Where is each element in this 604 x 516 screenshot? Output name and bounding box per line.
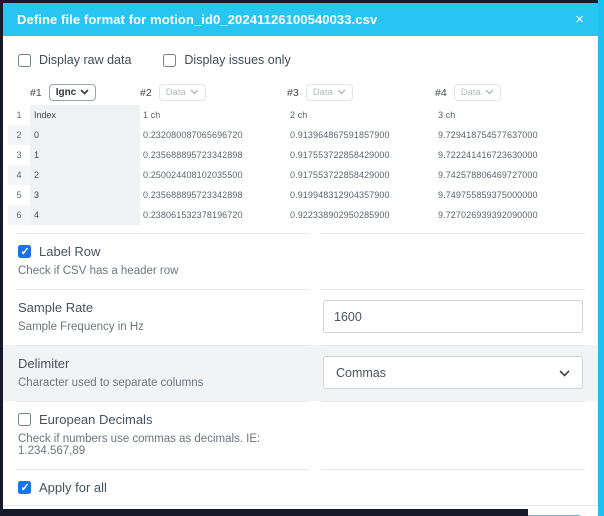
row-number: 2 bbox=[8, 125, 30, 145]
display-raw-data-checkbox[interactable] bbox=[18, 54, 31, 67]
table-cell: 9.742578806469727000 bbox=[435, 170, 583, 180]
column-1-id: #1 bbox=[30, 87, 42, 99]
table-row: 3 1 0.235688895723342898 0.9175537228584… bbox=[8, 145, 583, 165]
format-settings-form: Label Row Check if CSV has a header row … bbox=[3, 233, 598, 505]
delimiter-description: Character used to separate columns bbox=[18, 377, 308, 389]
backdrop-left-edge bbox=[0, 0, 3, 516]
display-toggles: Display raw data Display issues only bbox=[3, 36, 598, 77]
row-number: 4 bbox=[8, 165, 30, 185]
delimiter-label: Delimiter bbox=[18, 356, 69, 371]
table-cell: 3 bbox=[30, 185, 140, 205]
label-row-checkbox[interactable] bbox=[18, 245, 31, 258]
table-cell: 0.232080087065696720 bbox=[140, 130, 287, 140]
apply-for-all-label: Apply for all bbox=[39, 480, 107, 495]
chevron-down-icon bbox=[485, 87, 494, 98]
right-edge-accent-bar bbox=[598, 0, 604, 516]
label-row-setting: Label Row Check if CSV has a header row bbox=[3, 233, 598, 289]
row-number: 6 bbox=[8, 205, 30, 225]
column-2-id: #2 bbox=[140, 87, 152, 99]
table-row: 4 2 0.250024408102035500 0.9175537228584… bbox=[8, 165, 583, 185]
table-cell: 0.917553722858429000 bbox=[287, 170, 435, 180]
column-1-type-value: Ignc bbox=[56, 87, 77, 98]
apply-for-all-setting: Apply for all bbox=[3, 469, 598, 505]
label-row-description: Check if CSV has a header row bbox=[18, 265, 308, 277]
display-issues-only-label: Display issues only bbox=[184, 53, 290, 67]
screen: Define file format for motion_id0_202411… bbox=[0, 0, 604, 516]
table-cell: 0 bbox=[30, 125, 140, 145]
table-cell: 0.250024408102035500 bbox=[140, 170, 287, 180]
column-3-type-select[interactable]: Data bbox=[306, 84, 353, 101]
column-2-type-select[interactable]: Data bbox=[159, 84, 206, 101]
table-cell: 4 bbox=[30, 205, 140, 225]
table-cell: 1 bbox=[30, 145, 140, 165]
table-cell: 9.729418754577637000 bbox=[435, 130, 583, 140]
column-type-header-row: #1 Ignc #2 Data #3 Data bbox=[8, 80, 583, 105]
chevron-down-icon bbox=[559, 366, 570, 380]
modal-title: Define file format for motion_id0_202411… bbox=[17, 12, 377, 27]
sample-rate-input[interactable] bbox=[323, 300, 583, 333]
column-2-type-value: Data bbox=[166, 87, 186, 98]
column-4-type-select[interactable]: Data bbox=[454, 84, 501, 101]
table-row: 5 3 0.235688895723342898 0.9199483129043… bbox=[8, 185, 583, 205]
table-cell: 3 ch bbox=[435, 110, 583, 120]
csv-preview-table: #1 Ignc #2 Data #3 Data bbox=[8, 80, 583, 225]
column-4-type-value: Data bbox=[461, 87, 481, 98]
table-cell: 9.727026939392090000 bbox=[435, 210, 583, 220]
table-cell: 0.235688895723342898 bbox=[140, 150, 287, 160]
close-icon[interactable]: × bbox=[575, 12, 584, 27]
european-decimals-setting: European Decimals Check if numbers use c… bbox=[3, 401, 598, 469]
row-number: 3 bbox=[8, 145, 30, 165]
modal-header: Define file format for motion_id0_202411… bbox=[3, 3, 598, 36]
european-decimals-label: European Decimals bbox=[39, 412, 152, 427]
column-3-id: #3 bbox=[287, 87, 299, 99]
row-number: 1 bbox=[8, 105, 30, 125]
sample-rate-description: Sample Frequency in Hz bbox=[18, 321, 308, 333]
table-cell: 0.238061532378196720 bbox=[140, 210, 287, 220]
chevron-down-icon bbox=[337, 87, 346, 98]
table-cell: 2 ch bbox=[287, 110, 435, 120]
sample-rate-setting: Sample Rate Sample Frequency in Hz bbox=[3, 289, 598, 345]
backdrop-top-edge bbox=[0, 0, 598, 3]
define-file-format-modal: Define file format for motion_id0_202411… bbox=[3, 3, 598, 509]
table-cell: Index bbox=[30, 105, 140, 125]
display-raw-data-checkbox-group[interactable]: Display raw data bbox=[18, 53, 131, 67]
chevron-down-icon bbox=[190, 87, 199, 98]
table-row: 1 Index 1 ch 2 ch 3 ch bbox=[8, 105, 583, 125]
table-cell: 9.722241416723630000 bbox=[435, 150, 583, 160]
european-decimals-description: Check if numbers use commas as decimals.… bbox=[18, 433, 308, 457]
table-cell: 9.749755859375000000 bbox=[435, 190, 583, 200]
row-number: 5 bbox=[8, 185, 30, 205]
column-4-id: #4 bbox=[435, 87, 447, 99]
display-issues-only-checkbox[interactable] bbox=[163, 54, 176, 67]
table-cell: 2 bbox=[30, 165, 140, 185]
sample-rate-label: Sample Rate bbox=[18, 300, 93, 315]
table-cell: 0.235688895723342898 bbox=[140, 190, 287, 200]
apply-for-all-checkbox[interactable] bbox=[18, 481, 31, 494]
table-cell: 0.919948312904357900 bbox=[287, 190, 435, 200]
delimiter-select[interactable]: Commas bbox=[323, 356, 583, 389]
delimiter-selected-value: Commas bbox=[336, 366, 386, 380]
delimiter-setting-band: Delimiter Character used to separate col… bbox=[3, 345, 598, 401]
table-row: 6 4 0.238061532378196720 0.9223389029502… bbox=[8, 205, 583, 225]
european-decimals-checkbox[interactable] bbox=[18, 413, 31, 426]
display-raw-data-label: Display raw data bbox=[39, 53, 131, 67]
label-row-label: Label Row bbox=[39, 244, 100, 259]
backdrop-bottom-edge bbox=[0, 509, 528, 516]
chevron-down-icon bbox=[80, 87, 89, 98]
column-3-type-value: Data bbox=[313, 87, 333, 98]
table-cell: 0.913964867591857900 bbox=[287, 130, 435, 140]
column-1-type-select[interactable]: Ignc bbox=[49, 84, 97, 101]
delimiter-setting: Delimiter Character used to separate col… bbox=[3, 345, 598, 401]
table-row: 2 0 0.232080087065696720 0.9139648675918… bbox=[8, 125, 583, 145]
display-issues-only-checkbox-group[interactable]: Display issues only bbox=[163, 53, 290, 67]
table-cell: 0.917553722858429000 bbox=[287, 150, 435, 160]
table-cell: 0.922338902950285900 bbox=[287, 210, 435, 220]
table-cell: 1 ch bbox=[140, 110, 287, 120]
